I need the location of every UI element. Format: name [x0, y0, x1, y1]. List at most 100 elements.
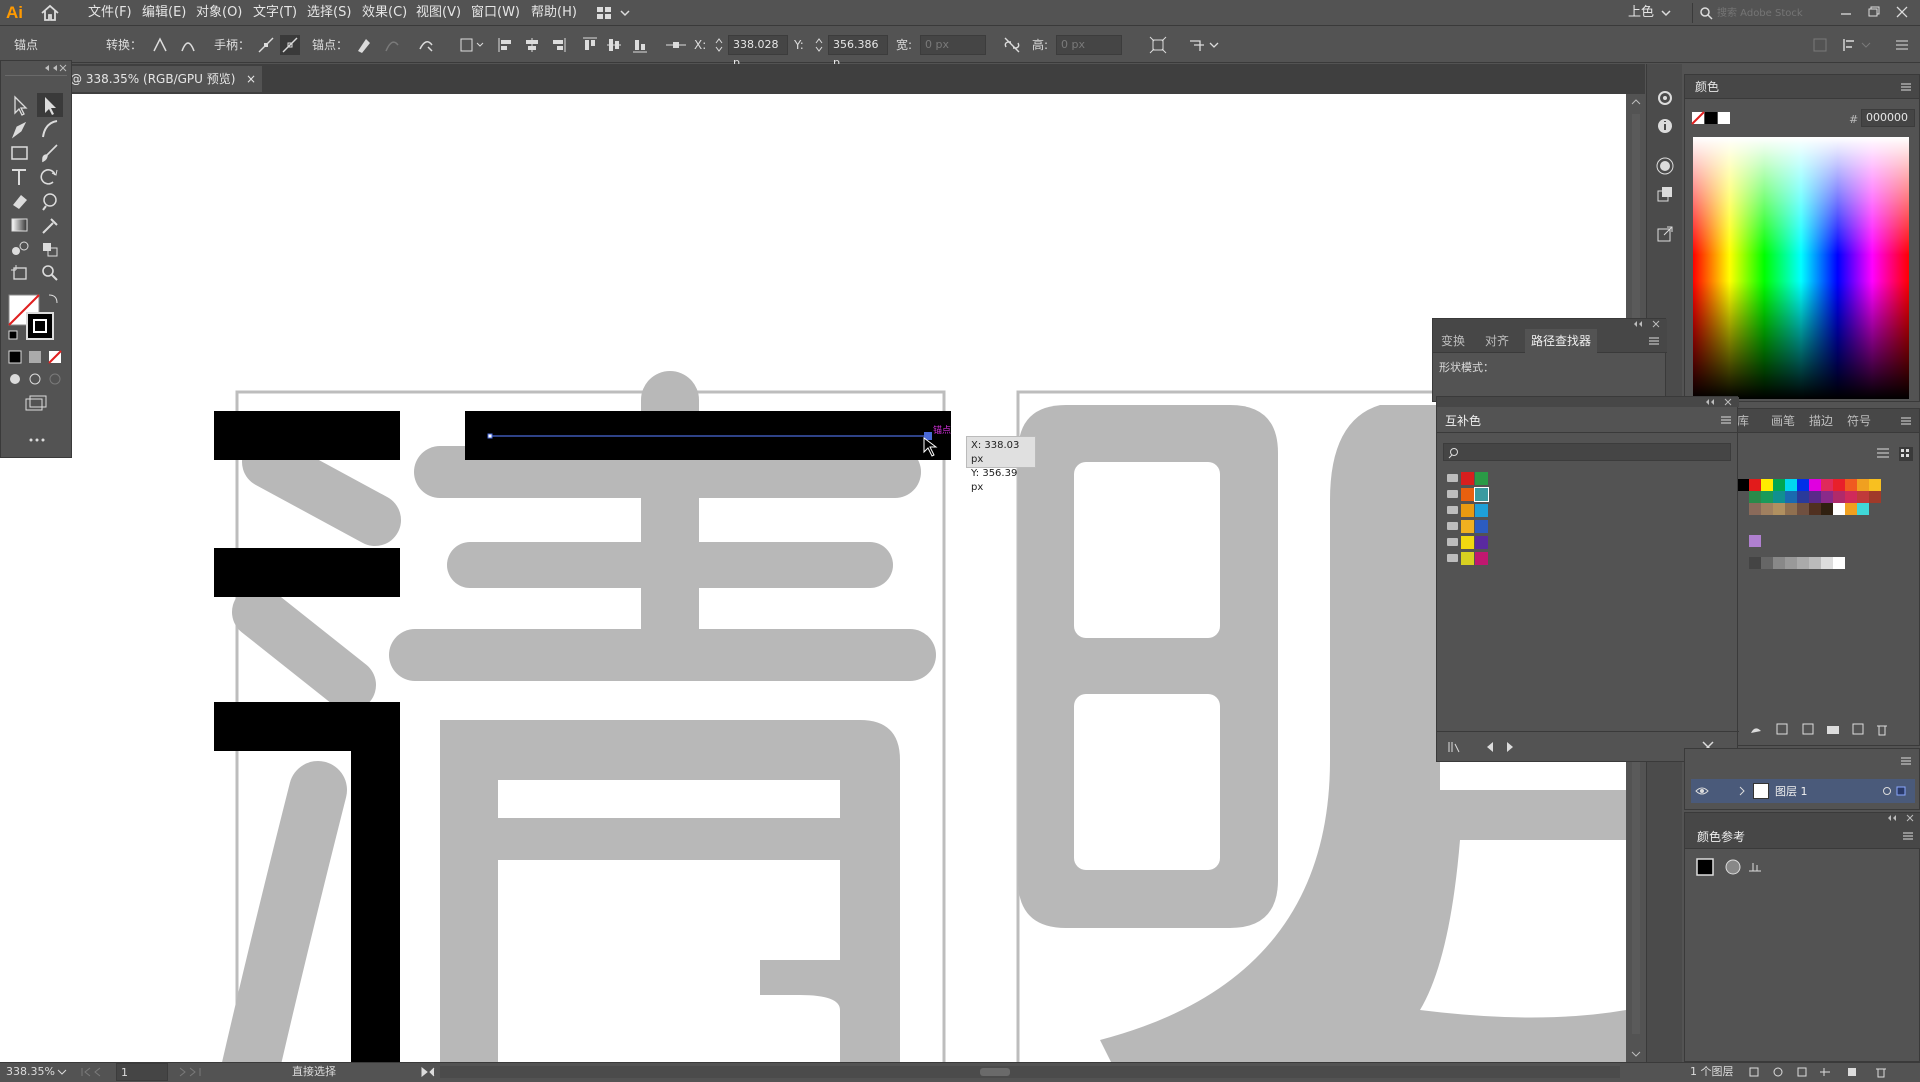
- layer-target-icon[interactable]: [1879, 786, 1909, 796]
- curvature-tool-icon[interactable]: [37, 117, 63, 141]
- rectangle-tool-icon[interactable]: [7, 141, 33, 165]
- artboard-number[interactable]: 1: [116, 1063, 168, 1081]
- harmony-swatch[interactable]: [1461, 536, 1474, 549]
- horizontal-scrollbar[interactable]: [440, 1066, 1620, 1078]
- fill-stroke-control[interactable]: [7, 293, 67, 341]
- color-guide-controls[interactable]: [1695, 857, 1775, 879]
- zoom-tool-icon[interactable]: [37, 261, 63, 285]
- close-panel-icon[interactable]: [1723, 398, 1733, 406]
- harmony-swatch[interactable]: [1475, 504, 1488, 517]
- panel-grip[interactable]: [1433, 319, 1667, 329]
- show-handles-icon[interactable]: [256, 35, 276, 55]
- arrange-documents-icon[interactable]: [1186, 35, 1226, 55]
- harmony-swatch[interactable]: [1475, 536, 1488, 549]
- swatches-footer-icons[interactable]: [1747, 721, 1917, 737]
- chevron-down-icon[interactable]: [56, 1067, 68, 1077]
- panel-menu-icon[interactable]: [1647, 335, 1661, 347]
- panel-option-a-icon[interactable]: [1810, 35, 1830, 55]
- harmony-swatch[interactable]: [1461, 520, 1474, 533]
- align-top-icon[interactable]: [580, 35, 600, 55]
- minimize-button[interactable]: [1836, 2, 1856, 22]
- x-stepper-icon[interactable]: [714, 37, 724, 53]
- search-input[interactable]: [1717, 5, 1847, 21]
- screen-mode-icon[interactable]: [23, 395, 49, 413]
- collapse-panel-icon[interactable]: [1631, 320, 1645, 328]
- harmony-swatch[interactable]: [1461, 552, 1474, 565]
- menu-select[interactable]: 选择(S): [307, 4, 351, 22]
- workspace-layout-icon[interactable]: [595, 5, 631, 21]
- harmony-group-row[interactable]: [1447, 487, 1507, 502]
- panel-menu-icon[interactable]: [1901, 830, 1915, 842]
- align-left-icon[interactable]: [496, 35, 516, 55]
- menu-edit[interactable]: 编辑(E): [142, 4, 186, 22]
- artboard-next-icons[interactable]: [176, 1067, 216, 1077]
- color-none-black-white[interactable]: [1691, 111, 1731, 125]
- stock-search[interactable]: [1692, 3, 1852, 23]
- tab-stroke[interactable]: 描边: [1809, 409, 1833, 433]
- workspace-switcher[interactable]: 上色: [1628, 4, 1654, 22]
- swatch-view-toggle[interactable]: [1873, 445, 1917, 463]
- cut-path-icon[interactable]: [416, 35, 436, 55]
- eyedropper-tool-icon[interactable]: [37, 213, 63, 237]
- harmony-color-groups[interactable]: [1447, 471, 1507, 571]
- color-mode-buttons[interactable]: [7, 349, 67, 365]
- close-tools-icon[interactable]: [57, 63, 71, 73]
- eraser-tool-icon[interactable]: [7, 189, 33, 213]
- panel-menu-icon[interactable]: [1899, 415, 1913, 427]
- convert-smooth-icon[interactable]: [178, 35, 198, 55]
- hide-handles-icon[interactable]: [280, 35, 300, 55]
- pen-tool-icon[interactable]: [7, 117, 33, 141]
- menu-window[interactable]: 窗口(W): [471, 4, 520, 22]
- color-spectrum[interactable]: [1693, 137, 1909, 399]
- harmony-swatch[interactable]: [1475, 520, 1488, 533]
- close-panel-icon[interactable]: [1905, 814, 1915, 822]
- restore-button[interactable]: [1864, 2, 1884, 22]
- align-center-icon[interactable]: [522, 35, 542, 55]
- harmony-swatch[interactable]: [1474, 487, 1489, 502]
- tab-align[interactable]: 对齐: [1485, 329, 1509, 353]
- properties-panel-icon[interactable]: [1655, 88, 1675, 108]
- menu-object[interactable]: 对象(O): [196, 4, 242, 22]
- zoom-level[interactable]: 338.35%: [6, 1063, 55, 1081]
- tab-brushes[interactable]: 画笔: [1771, 409, 1795, 433]
- isolate-select-icon[interactable]: [458, 35, 486, 55]
- remove-anchor-icon[interactable]: [354, 35, 374, 55]
- harmony-group-row[interactable]: [1447, 551, 1507, 566]
- panel-option-b-icon[interactable]: [1840, 35, 1874, 55]
- panel-menu-icon[interactable]: [1899, 81, 1913, 93]
- type-tool-icon[interactable]: [7, 165, 33, 189]
- more-tools-icon[interactable]: [27, 435, 47, 445]
- panel-menu-icon[interactable]: [1899, 755, 1913, 767]
- menu-file[interactable]: 文件(F): [88, 4, 132, 22]
- blend-tool-icon[interactable]: [7, 237, 33, 261]
- export-panel-icon[interactable]: [1655, 224, 1675, 244]
- panel-menu-icon[interactable]: [1892, 35, 1912, 55]
- panel-grip[interactable]: [1685, 813, 1920, 823]
- close-panel-icon[interactable]: [1651, 320, 1661, 328]
- panel-grip[interactable]: [1437, 397, 1739, 407]
- close-document-icon[interactable]: ×: [246, 66, 256, 92]
- eye-icon[interactable]: [1695, 785, 1709, 797]
- chevron-right-icon[interactable]: [1737, 785, 1747, 797]
- x-input[interactable]: 338.028 p: [728, 35, 788, 69]
- convert-corner-icon[interactable]: [150, 35, 170, 55]
- layers-footer-icons[interactable]: [1748, 1066, 1918, 1078]
- tools-grip[interactable]: [5, 75, 67, 77]
- harmony-swatch[interactable]: [1461, 472, 1474, 485]
- artboard-prev-icons[interactable]: [80, 1067, 110, 1077]
- harmony-group-row[interactable]: [1447, 471, 1507, 486]
- tab-symbols[interactable]: 符号: [1847, 409, 1871, 433]
- live-paint-tool-icon[interactable]: [37, 237, 63, 261]
- direct-selection-tool-icon[interactable]: [37, 93, 63, 117]
- artboard-tool-icon[interactable]: [7, 261, 33, 285]
- artboard-canvas[interactable]: 锚点 X: 338.03 px Y: 356.39 px: [0, 94, 1626, 1062]
- transform-bounds-icon[interactable]: [1148, 35, 1168, 55]
- status-menu-icon[interactable]: [418, 1067, 438, 1077]
- harmony-group-row[interactable]: [1447, 535, 1507, 550]
- layer-row[interactable]: 图层 1: [1691, 779, 1915, 803]
- info-panel-icon[interactable]: [1655, 116, 1675, 136]
- y-input[interactable]: 356.386 p: [828, 35, 888, 69]
- y-stepper-icon[interactable]: [814, 37, 824, 53]
- tab-pathfinder[interactable]: 路径查找器: [1525, 329, 1598, 353]
- hex-input[interactable]: 000000: [1861, 109, 1915, 127]
